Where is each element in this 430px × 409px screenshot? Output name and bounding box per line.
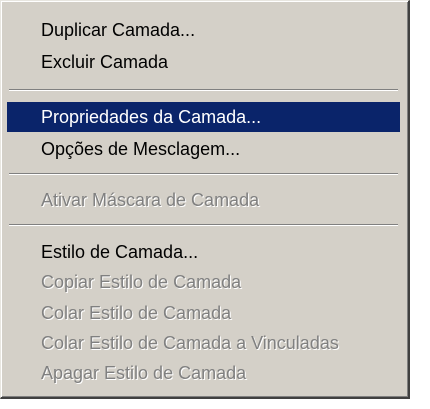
menu-item-delete-layer[interactable]: Excluir Camada bbox=[7, 47, 400, 77]
menu-item-layer-properties[interactable]: Propriedades da Camada... bbox=[7, 102, 400, 132]
layer-context-menu: Duplicar Camada... Excluir Camada Propri… bbox=[0, 0, 410, 399]
menu-separator bbox=[9, 173, 398, 175]
menu-item-enable-layer-mask: Ativar Máscara de Camada bbox=[41, 190, 260, 210]
menu-item-paste-layer-style-to-linked: Colar Estilo de Camada a Vinculadas bbox=[41, 333, 339, 353]
menu-item-duplicate-layer[interactable]: Duplicar Camada... bbox=[7, 15, 400, 45]
menu-item-clear-layer-style: Apagar Estilo de Camada bbox=[41, 363, 247, 383]
menu-item-blending-options[interactable]: Opções de Mesclagem... bbox=[7, 134, 400, 164]
menu-item-copy-layer-style: Copiar Estilo de Camada bbox=[41, 272, 242, 292]
menu-item-layer-style[interactable]: Estilo de Camada... bbox=[7, 237, 400, 267]
menu-item-paste-layer-style: Colar Estilo de Camada bbox=[41, 303, 232, 323]
menu-separator bbox=[9, 224, 398, 226]
menu-separator bbox=[9, 89, 398, 91]
